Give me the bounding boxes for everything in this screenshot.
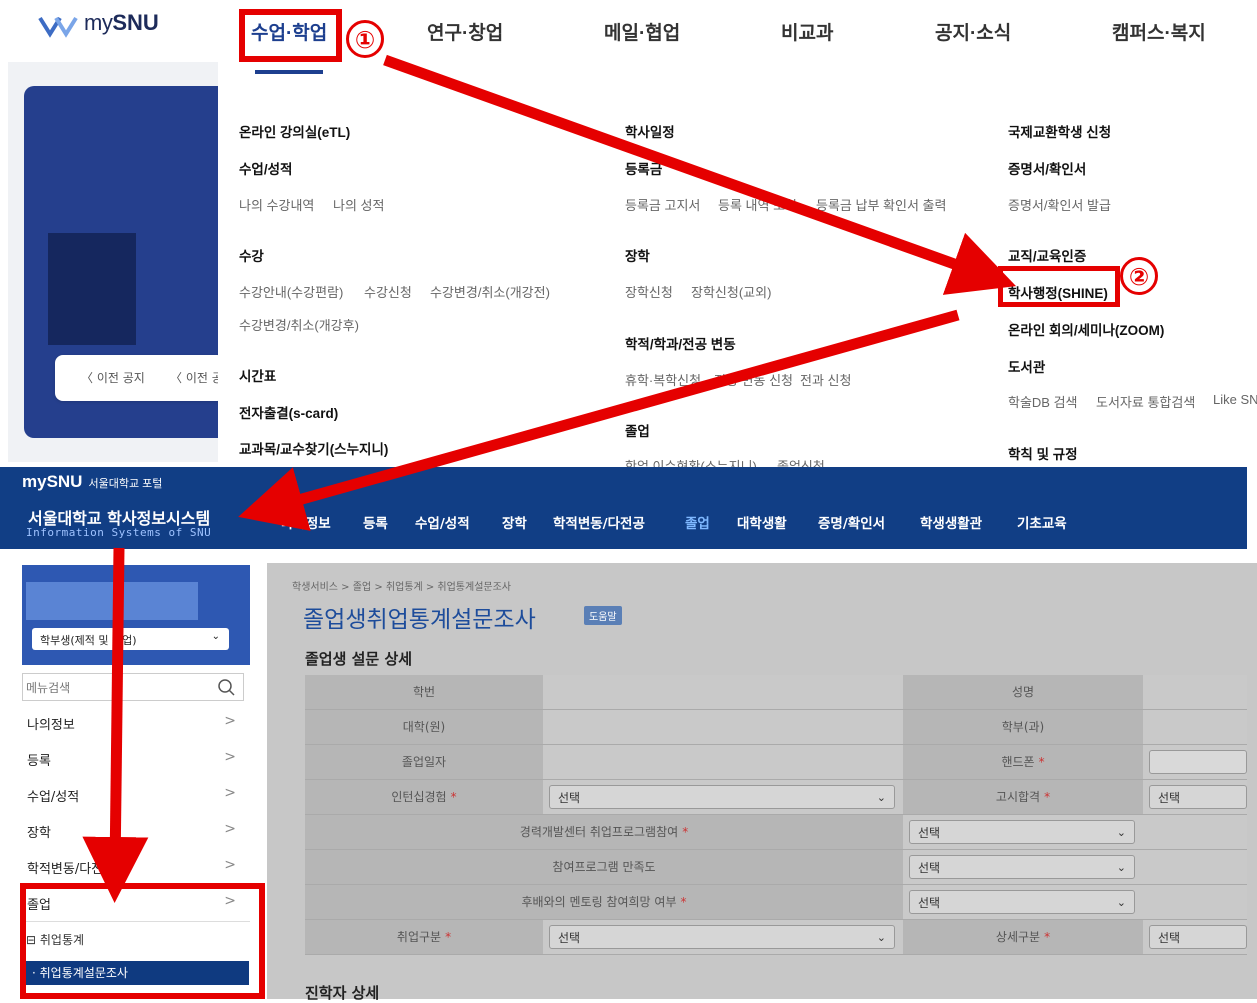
- highlight-menu-shine: [998, 266, 1120, 307]
- arrow-portal-to-sidebar: [82, 547, 149, 903]
- arrow-1-to-2: [383, 54, 1017, 295]
- highlight-sidebar-graduation: [20, 883, 265, 999]
- step-1-badge: ①: [346, 20, 384, 58]
- step-2-badge: ②: [1120, 257, 1158, 295]
- annotation-arrows: [82, 54, 1017, 903]
- arrow-2-to-portal: [238, 309, 960, 531]
- highlight-tab-study: [239, 9, 342, 62]
